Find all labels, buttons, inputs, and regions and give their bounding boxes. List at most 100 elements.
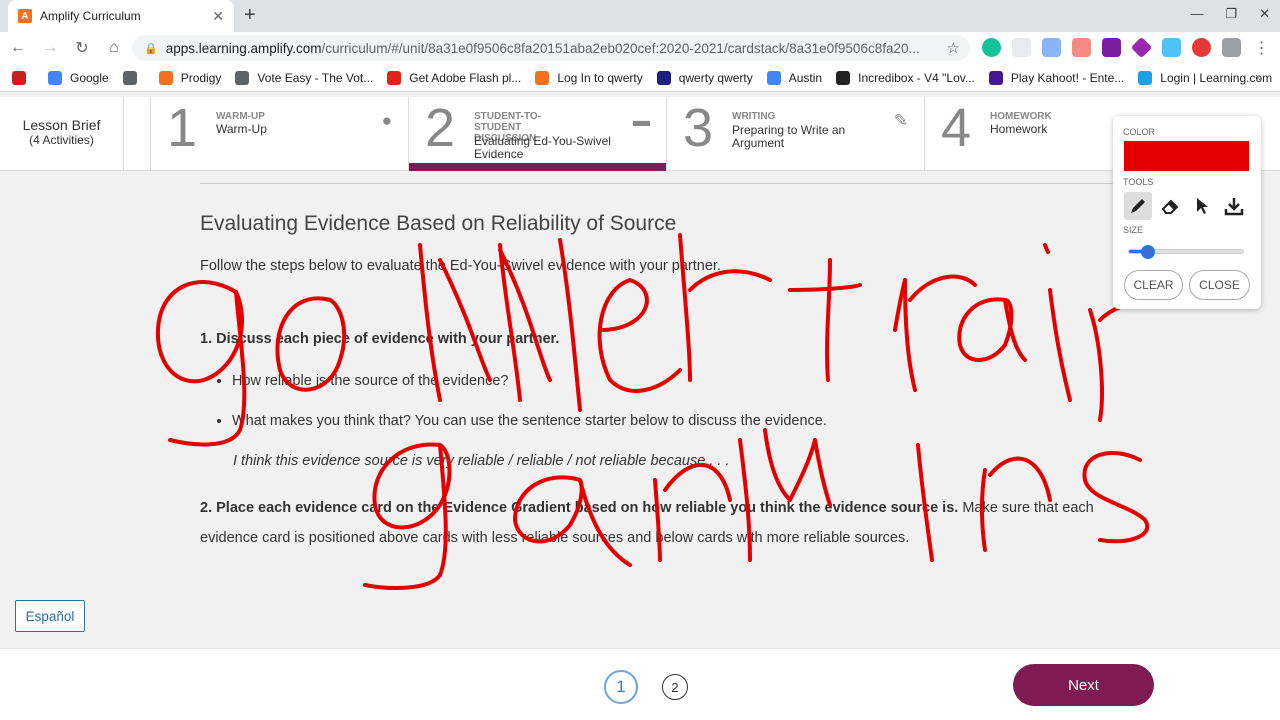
- list-item: What makes you think that? You can use t…: [232, 413, 1100, 429]
- question-list: How reliable is the source of the eviden…: [232, 373, 1100, 429]
- menu-kebab-icon[interactable]: ⋮: [1252, 38, 1271, 57]
- page-1-button[interactable]: 1: [604, 670, 638, 704]
- scissors-extension-icon[interactable]: [1012, 38, 1031, 57]
- lesson-brief-count: (4 Activities): [29, 133, 94, 147]
- vote-icon: [235, 70, 250, 85]
- bookmark-item[interactable]: Google: [48, 70, 109, 85]
- sentence-starter: I think this evidence source is very rel…: [233, 453, 730, 469]
- diamond-extension-icon[interactable]: [1130, 36, 1153, 59]
- color-swatch[interactable]: [1124, 141, 1249, 171]
- bookmark-star-icon[interactable]: ☆: [947, 39, 960, 57]
- download-tool-icon[interactable]: [1220, 192, 1248, 220]
- pen-extension-icon[interactable]: [1072, 38, 1091, 57]
- drawing-tools-panel: COLOR TOOLS SIZE CLEAR CLOSE: [1113, 116, 1261, 309]
- active-step-indicator: [409, 163, 666, 171]
- step-category: WARM-UP: [216, 111, 265, 122]
- activity-step-3[interactable]: 3 WRITING Preparing to Write an Argument…: [667, 97, 925, 171]
- bookmark-item[interactable]: Vote Easy - The Vot...: [235, 70, 374, 85]
- extensions-area: ⋮: [982, 36, 1271, 59]
- tab-title: Amplify Curriculum: [40, 9, 141, 23]
- close-tab-icon[interactable]: ✕: [212, 8, 224, 25]
- url-path: /curriculum/#/unit/8a31e0f9506c8fa20151a…: [321, 40, 920, 56]
- grammarly-icon[interactable]: [982, 38, 1001, 57]
- bookmark-item[interactable]: Incredibox - V4 "Lov...: [836, 70, 975, 85]
- globe-icon: [122, 70, 137, 85]
- lock-icon[interactable]: 🔒: [144, 42, 158, 55]
- learning-icon: [1138, 70, 1153, 85]
- bookmark-item[interactable]: Play Kahoot! - Ente...: [988, 70, 1125, 85]
- close-button[interactable]: CLOSE: [1189, 270, 1250, 300]
- step-title: Evaluating Ed-You-Swivel Evidence: [474, 134, 611, 161]
- chat-bubbles-icon: ▬: [633, 111, 650, 130]
- intro-text: Follow the steps below to evaluate the E…: [200, 258, 721, 274]
- step-number: 3: [683, 98, 714, 158]
- maximize-icon[interactable]: ❐: [1225, 6, 1237, 22]
- lesson-header: Lesson Brief (4 Activities) 1 WARM-UP Wa…: [0, 97, 1280, 171]
- activity-content: Evaluating Evidence Based on Reliability…: [200, 212, 1100, 553]
- espanol-button[interactable]: Español: [15, 600, 85, 632]
- bookmark-item[interactable]: [122, 70, 145, 85]
- next-button[interactable]: Next: [1013, 664, 1154, 706]
- google-icon: [48, 70, 62, 85]
- step2-bold: 2. Place each evidence card on the Evide…: [200, 500, 959, 516]
- activity-step-2[interactable]: 2 STUDENT-TO-STUDENT DISCUSSION Evaluati…: [409, 97, 667, 171]
- bookmark-item[interactable]: Login | Learning.com: [1138, 70, 1272, 85]
- lesson-divider: [124, 97, 151, 171]
- content-divider: [200, 183, 1200, 184]
- download-extension-icon[interactable]: [1162, 38, 1181, 57]
- tools-label: TOOLS: [1123, 177, 1154, 187]
- new-tab-button[interactable]: +: [244, 4, 256, 27]
- url-domain: apps.learning.amplify.com: [165, 40, 322, 56]
- bookmark-item[interactable]: Austin: [766, 70, 823, 85]
- record-extension-icon[interactable]: [1192, 38, 1211, 57]
- activity-step-1[interactable]: 1 WARM-UP Warm-Up ●: [151, 97, 409, 171]
- bookmarks-overflow-icon[interactable]: »: [1255, 70, 1262, 84]
- browser-toolbar: ← → ↻ ⌂ 🔒 apps.learning.amplify.com /cur…: [0, 32, 1280, 64]
- reload-icon[interactable]: ↻: [68, 38, 96, 58]
- bookmark-label: Incredibox - V4 "Lov...: [858, 70, 975, 85]
- puzzle-extensions-icon[interactable]: [1222, 38, 1241, 57]
- content-heading: Evaluating Evidence Based on Reliability…: [200, 212, 677, 235]
- library-extension-icon[interactable]: [1042, 38, 1061, 57]
- lightbulb-head-icon: ●: [381, 111, 392, 130]
- bookmark-item[interactable]: Prodigy: [158, 70, 222, 85]
- window-close-icon[interactable]: ✕: [1259, 6, 1270, 22]
- step-category: HOMEWORK: [990, 111, 1052, 122]
- step1-text: 1. Discuss each piece of evidence with y…: [200, 331, 560, 347]
- bookmark-item[interactable]: Get Adobe Flash pl...: [387, 70, 522, 85]
- bookmark-label: Austin: [788, 70, 823, 85]
- back-icon[interactable]: ←: [4, 39, 32, 57]
- bookmark-label: Vote Easy - The Vot...: [257, 70, 374, 85]
- bookmark-item[interactable]: Log In to qwerty: [535, 70, 643, 85]
- forward-icon[interactable]: →: [36, 39, 64, 57]
- bookmark-label: Google: [70, 70, 109, 85]
- bookmark-item[interactable]: qwerty qwerty: [656, 70, 753, 85]
- prodigy-icon: [158, 70, 173, 85]
- kahoot-icon: [988, 70, 1003, 85]
- color-label: COLOR: [1123, 127, 1156, 137]
- tools-row: [1124, 192, 1248, 220]
- lesson-brief-button[interactable]: Lesson Brief (4 Activities): [0, 97, 124, 171]
- minimize-icon[interactable]: —: [1190, 6, 1203, 22]
- browser-tab[interactable]: A Amplify Curriculum ✕: [8, 0, 234, 32]
- bookmark-label: Play Kahoot! - Ente...: [1010, 70, 1125, 85]
- cube-extension-icon[interactable]: [1102, 38, 1121, 57]
- eraser-tool-icon[interactable]: [1156, 192, 1184, 220]
- lesson-brief-title: Lesson Brief: [22, 117, 101, 133]
- size-slider[interactable]: [1128, 245, 1244, 259]
- bookmark-label: Prodigy: [180, 70, 222, 85]
- page-2-button[interactable]: 2: [662, 674, 688, 700]
- home-icon[interactable]: ⌂: [100, 39, 128, 57]
- bookmark-label: Get Adobe Flash pl...: [409, 70, 522, 85]
- size-slider-thumb[interactable]: [1141, 245, 1156, 259]
- window-controls: — ❐ ✕: [1190, 6, 1270, 22]
- step-title: Homework: [990, 122, 1048, 136]
- docs-icon: [766, 70, 781, 85]
- clear-button[interactable]: CLEAR: [1124, 270, 1183, 300]
- address-bar[interactable]: 🔒 apps.learning.amplify.com /curriculum/…: [132, 35, 970, 61]
- bookmark-item[interactable]: [12, 70, 34, 85]
- step2-text: 2. Place each evidence card on the Evide…: [200, 493, 1100, 553]
- pointer-tool-icon[interactable]: [1188, 192, 1216, 220]
- pen-tool-icon[interactable]: [1124, 192, 1152, 220]
- amplify-favicon-icon: A: [18, 9, 32, 23]
